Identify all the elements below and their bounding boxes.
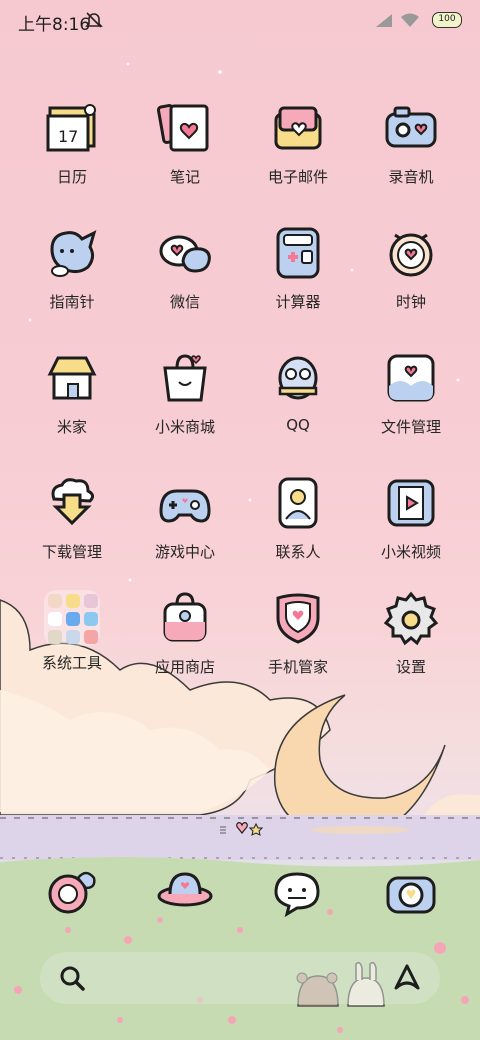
wechat-icon <box>159 235 211 273</box>
app-label: 系统工具 <box>41 654 102 672</box>
app-label: 微信 <box>169 293 200 311</box>
app-label: 设置 <box>395 658 426 676</box>
contacts-icon <box>278 477 318 529</box>
app-label: 时钟 <box>395 293 426 311</box>
calendar-icon: 17 <box>46 104 96 152</box>
assistant-icon[interactable] <box>392 962 422 992</box>
signal-icon <box>376 14 392 27</box>
file-manager-icon <box>387 354 435 402</box>
app-contacts[interactable]: 联系人 <box>243 471 353 562</box>
appstore-icon <box>163 592 207 642</box>
status-time: 上午8:16 <box>18 15 91 35</box>
app-calendar[interactable]: 17 日历 <box>17 96 127 187</box>
calculator-icon <box>276 227 320 279</box>
app-mihome[interactable]: 米家 <box>17 346 127 437</box>
app-label: 录音机 <box>388 168 434 186</box>
page-indicator[interactable] <box>218 822 268 838</box>
recorder-icon <box>385 106 437 148</box>
battery-icon: 100 <box>432 12 462 28</box>
status-bar: 上午8:16 100 <box>18 8 462 35</box>
app-file-manager[interactable]: 文件管理 <box>356 346 466 437</box>
app-label: 计算器 <box>275 293 321 311</box>
app-mivideo[interactable]: 小米视频 <box>356 471 466 562</box>
browser-icon[interactable] <box>156 862 214 920</box>
app-appstore[interactable]: 应用商店 <box>130 586 240 677</box>
app-label: QQ <box>286 416 310 434</box>
app-clock[interactable]: 时钟 <box>356 221 466 312</box>
notes-icon <box>156 104 209 152</box>
svg-text:17: 17 <box>58 127 78 146</box>
mistore-icon <box>163 354 207 402</box>
phone-icon[interactable] <box>42 862 100 920</box>
dock <box>0 862 480 926</box>
app-settings[interactable]: 设置 <box>356 586 466 677</box>
search-icon[interactable] <box>58 964 86 992</box>
clock-icon <box>389 233 433 277</box>
app-notes[interactable]: 笔记 <box>130 96 240 187</box>
app-system-tools-folder[interactable]: 系统工具 <box>17 586 127 673</box>
app-mistore[interactable]: 小米商城 <box>130 346 240 437</box>
app-label: 文件管理 <box>380 418 441 436</box>
app-label: 小米商城 <box>154 418 215 436</box>
app-gamecenter[interactable]: 游戏中心 <box>130 471 240 562</box>
video-icon <box>387 479 435 527</box>
app-label: 手机管家 <box>267 658 328 676</box>
camera-icon[interactable] <box>382 862 440 920</box>
app-label: 联系人 <box>275 543 321 561</box>
compass-icon <box>50 230 97 277</box>
app-security[interactable]: 手机管家 <box>243 586 353 677</box>
email-icon <box>274 106 322 150</box>
app-label: 游戏中心 <box>154 543 215 561</box>
app-calculator[interactable]: 计算器 <box>243 221 353 312</box>
security-icon <box>276 593 320 644</box>
app-compass[interactable]: 指南针 <box>17 221 127 312</box>
gamepad-icon <box>159 489 211 523</box>
app-label: 日历 <box>56 168 87 186</box>
messages-icon[interactable] <box>268 862 326 920</box>
app-label: 米家 <box>56 418 87 436</box>
settings-icon <box>383 591 439 646</box>
app-label: 小米视频 <box>380 543 441 561</box>
qq-icon <box>278 356 318 400</box>
app-label: 应用商店 <box>154 658 215 676</box>
app-label: 电子邮件 <box>267 168 328 186</box>
wifi-icon <box>401 13 419 27</box>
app-recorder[interactable]: 录音机 <box>356 96 466 187</box>
app-wechat[interactable]: 微信 <box>130 221 240 312</box>
folder-icon <box>44 590 100 646</box>
app-label: 笔记 <box>169 168 200 186</box>
app-email[interactable]: 电子邮件 <box>243 96 353 187</box>
app-qq[interactable]: QQ <box>243 346 353 434</box>
mute-bell-icon <box>85 12 103 28</box>
app-download[interactable]: 下载管理 <box>17 471 127 562</box>
app-label: 指南针 <box>49 293 95 311</box>
mihome-icon <box>47 356 97 400</box>
download-icon <box>51 478 95 526</box>
app-label: 下载管理 <box>41 543 102 561</box>
search-bar[interactable] <box>40 952 440 1004</box>
